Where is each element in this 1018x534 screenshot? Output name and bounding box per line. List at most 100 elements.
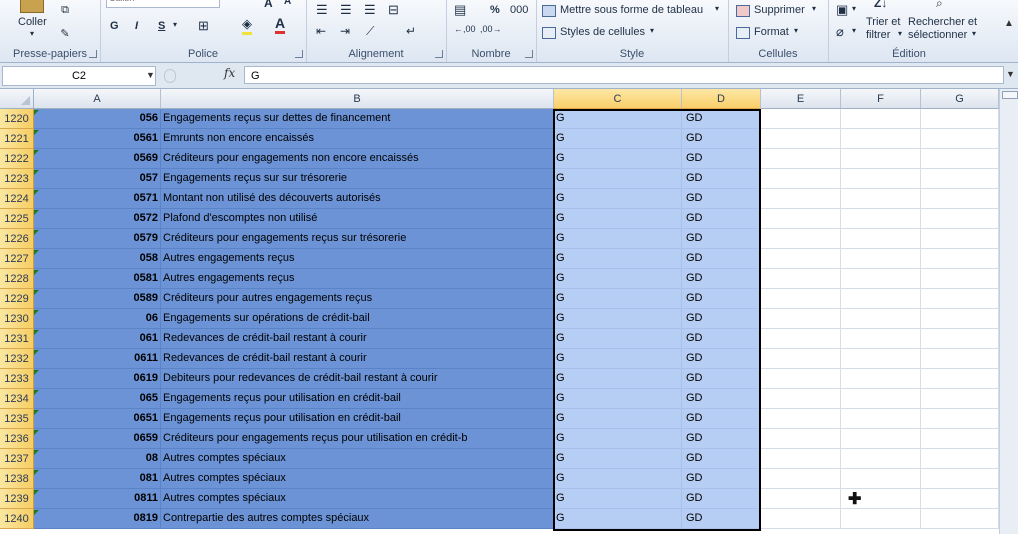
cell-e[interactable] [761,449,841,469]
cell-b[interactable]: Contrepartie des autres comptes spéciaux [161,509,554,529]
cell-f[interactable] [841,189,921,209]
cell-c[interactable]: G [554,109,682,129]
column-header-c[interactable]: C [554,89,682,109]
cell-b[interactable]: Engagements reçus sur dettes de financem… [161,109,554,129]
row-header[interactable]: 1237 [0,449,34,469]
delete-dropdown-icon[interactable]: ▾ [812,4,816,13]
borders-icon[interactable]: ⊞ [198,18,209,34]
cell-d[interactable]: GD [682,209,761,229]
cell-d[interactable]: GD [682,229,761,249]
cell-d[interactable]: GD [682,289,761,309]
number-launcher-icon[interactable] [525,50,533,58]
cell-c[interactable]: G [554,349,682,369]
find-select-dropdown-icon[interactable]: ▾ [972,29,976,38]
row-header[interactable]: 1240 [0,509,34,529]
cell-d[interactable]: GD [682,269,761,289]
cell-e[interactable] [761,469,841,489]
expand-formula-bar-icon[interactable]: ▼ [1006,69,1015,79]
cell-g[interactable] [921,449,999,469]
format-dropdown-icon[interactable]: ▾ [794,26,798,35]
row-header[interactable]: 1236 [0,429,34,449]
row-header[interactable]: 1235 [0,409,34,429]
cell-d[interactable]: GD [682,189,761,209]
cell-a[interactable]: 0572 [34,209,161,229]
cell-styles-dropdown-icon[interactable]: ▾ [650,26,654,35]
row-header[interactable]: 1223 [0,169,34,189]
cell-g[interactable] [921,229,999,249]
cell-e[interactable] [761,369,841,389]
name-box-dropdown-icon[interactable]: ▼ [146,70,155,80]
delete-button[interactable]: Supprimer [754,4,805,16]
cell-d[interactable]: GD [682,149,761,169]
cell-g[interactable] [921,329,999,349]
cell-d[interactable]: GD [682,369,761,389]
cell-e[interactable] [761,309,841,329]
cell-f[interactable] [841,449,921,469]
cell-f[interactable] [841,109,921,129]
alignment-launcher-icon[interactable] [435,50,443,58]
format-as-table-button[interactable]: Mettre sous forme de tableau [560,4,703,16]
cell-c[interactable]: G [554,509,682,529]
cell-e[interactable] [761,249,841,269]
font-launcher-icon[interactable] [295,50,303,58]
cell-g[interactable] [921,209,999,229]
format-as-table-dropdown-icon[interactable]: ▾ [715,4,719,13]
sort-filter-icon[interactable]: Z↓ [874,0,887,10]
cell-f[interactable] [841,249,921,269]
cell-c[interactable]: G [554,409,682,429]
cell-a[interactable]: 057 [34,169,161,189]
fill-dropdown-icon[interactable]: ▾ [852,4,856,13]
cell-e[interactable] [761,329,841,349]
bold-button[interactable]: G [110,20,119,32]
paste-dropdown-icon[interactable]: ▾ [30,29,34,38]
cell-d[interactable]: GD [682,509,761,529]
cell-a[interactable]: 0561 [34,129,161,149]
cell-d[interactable]: GD [682,249,761,269]
cell-g[interactable] [921,389,999,409]
cell-d[interactable]: GD [682,409,761,429]
cell-d[interactable]: GD [682,329,761,349]
select-all-button[interactable] [0,89,34,109]
vertical-scrollbar[interactable] [999,89,1018,534]
format-button[interactable]: Format [754,26,789,38]
cell-a[interactable]: 08 [34,449,161,469]
cell-e[interactable] [761,209,841,229]
cell-d[interactable]: GD [682,489,761,509]
cell-c[interactable]: G [554,449,682,469]
cell-e[interactable] [761,409,841,429]
cell-f[interactable] [841,209,921,229]
cell-a[interactable]: 061 [34,329,161,349]
cell-a[interactable]: 0611 [34,349,161,369]
decrease-decimal-icon[interactable]: ,00→ [480,24,502,34]
font-color-icon[interactable]: A [275,15,286,34]
fill-icon[interactable]: ▣ [836,2,848,18]
cell-c[interactable]: G [554,289,682,309]
cell-e[interactable] [761,109,841,129]
cell-styles-button[interactable]: Styles de cellules [560,26,645,38]
cell-a[interactable]: 056 [34,109,161,129]
cell-d[interactable]: GD [682,129,761,149]
cell-a[interactable]: 0569 [34,149,161,169]
cell-b[interactable]: Engagements reçus pour utilisation en cr… [161,389,554,409]
paste-icon[interactable] [20,0,44,13]
orientation-icon[interactable]: ⟋ [366,24,374,39]
row-header[interactable]: 1226 [0,229,34,249]
cell-a[interactable]: 0659 [34,429,161,449]
cell-f[interactable] [841,329,921,349]
insert-function-button[interactable]: fx [224,66,235,80]
cell-c[interactable]: G [554,489,682,509]
row-header[interactable]: 1224 [0,189,34,209]
wrap-text-icon[interactable]: ↵ [406,24,416,38]
format-painter-icon[interactable]: ✎ [56,26,74,42]
cell-f[interactable] [841,429,921,449]
cell-f[interactable] [841,149,921,169]
cell-f[interactable] [841,169,921,189]
cell-c[interactable]: G [554,209,682,229]
cell-b[interactable]: Autres engagements reçus [161,269,554,289]
cell-b[interactable]: Redevances de crédit-bail restant à cour… [161,349,554,369]
cell-g[interactable] [921,269,999,289]
cell-e[interactable] [761,389,841,409]
find-select-label-2[interactable]: sélectionner [908,29,967,41]
cell-b[interactable]: Debiteurs pour redevances de crédit-bail… [161,369,554,389]
cell-g[interactable] [921,369,999,389]
